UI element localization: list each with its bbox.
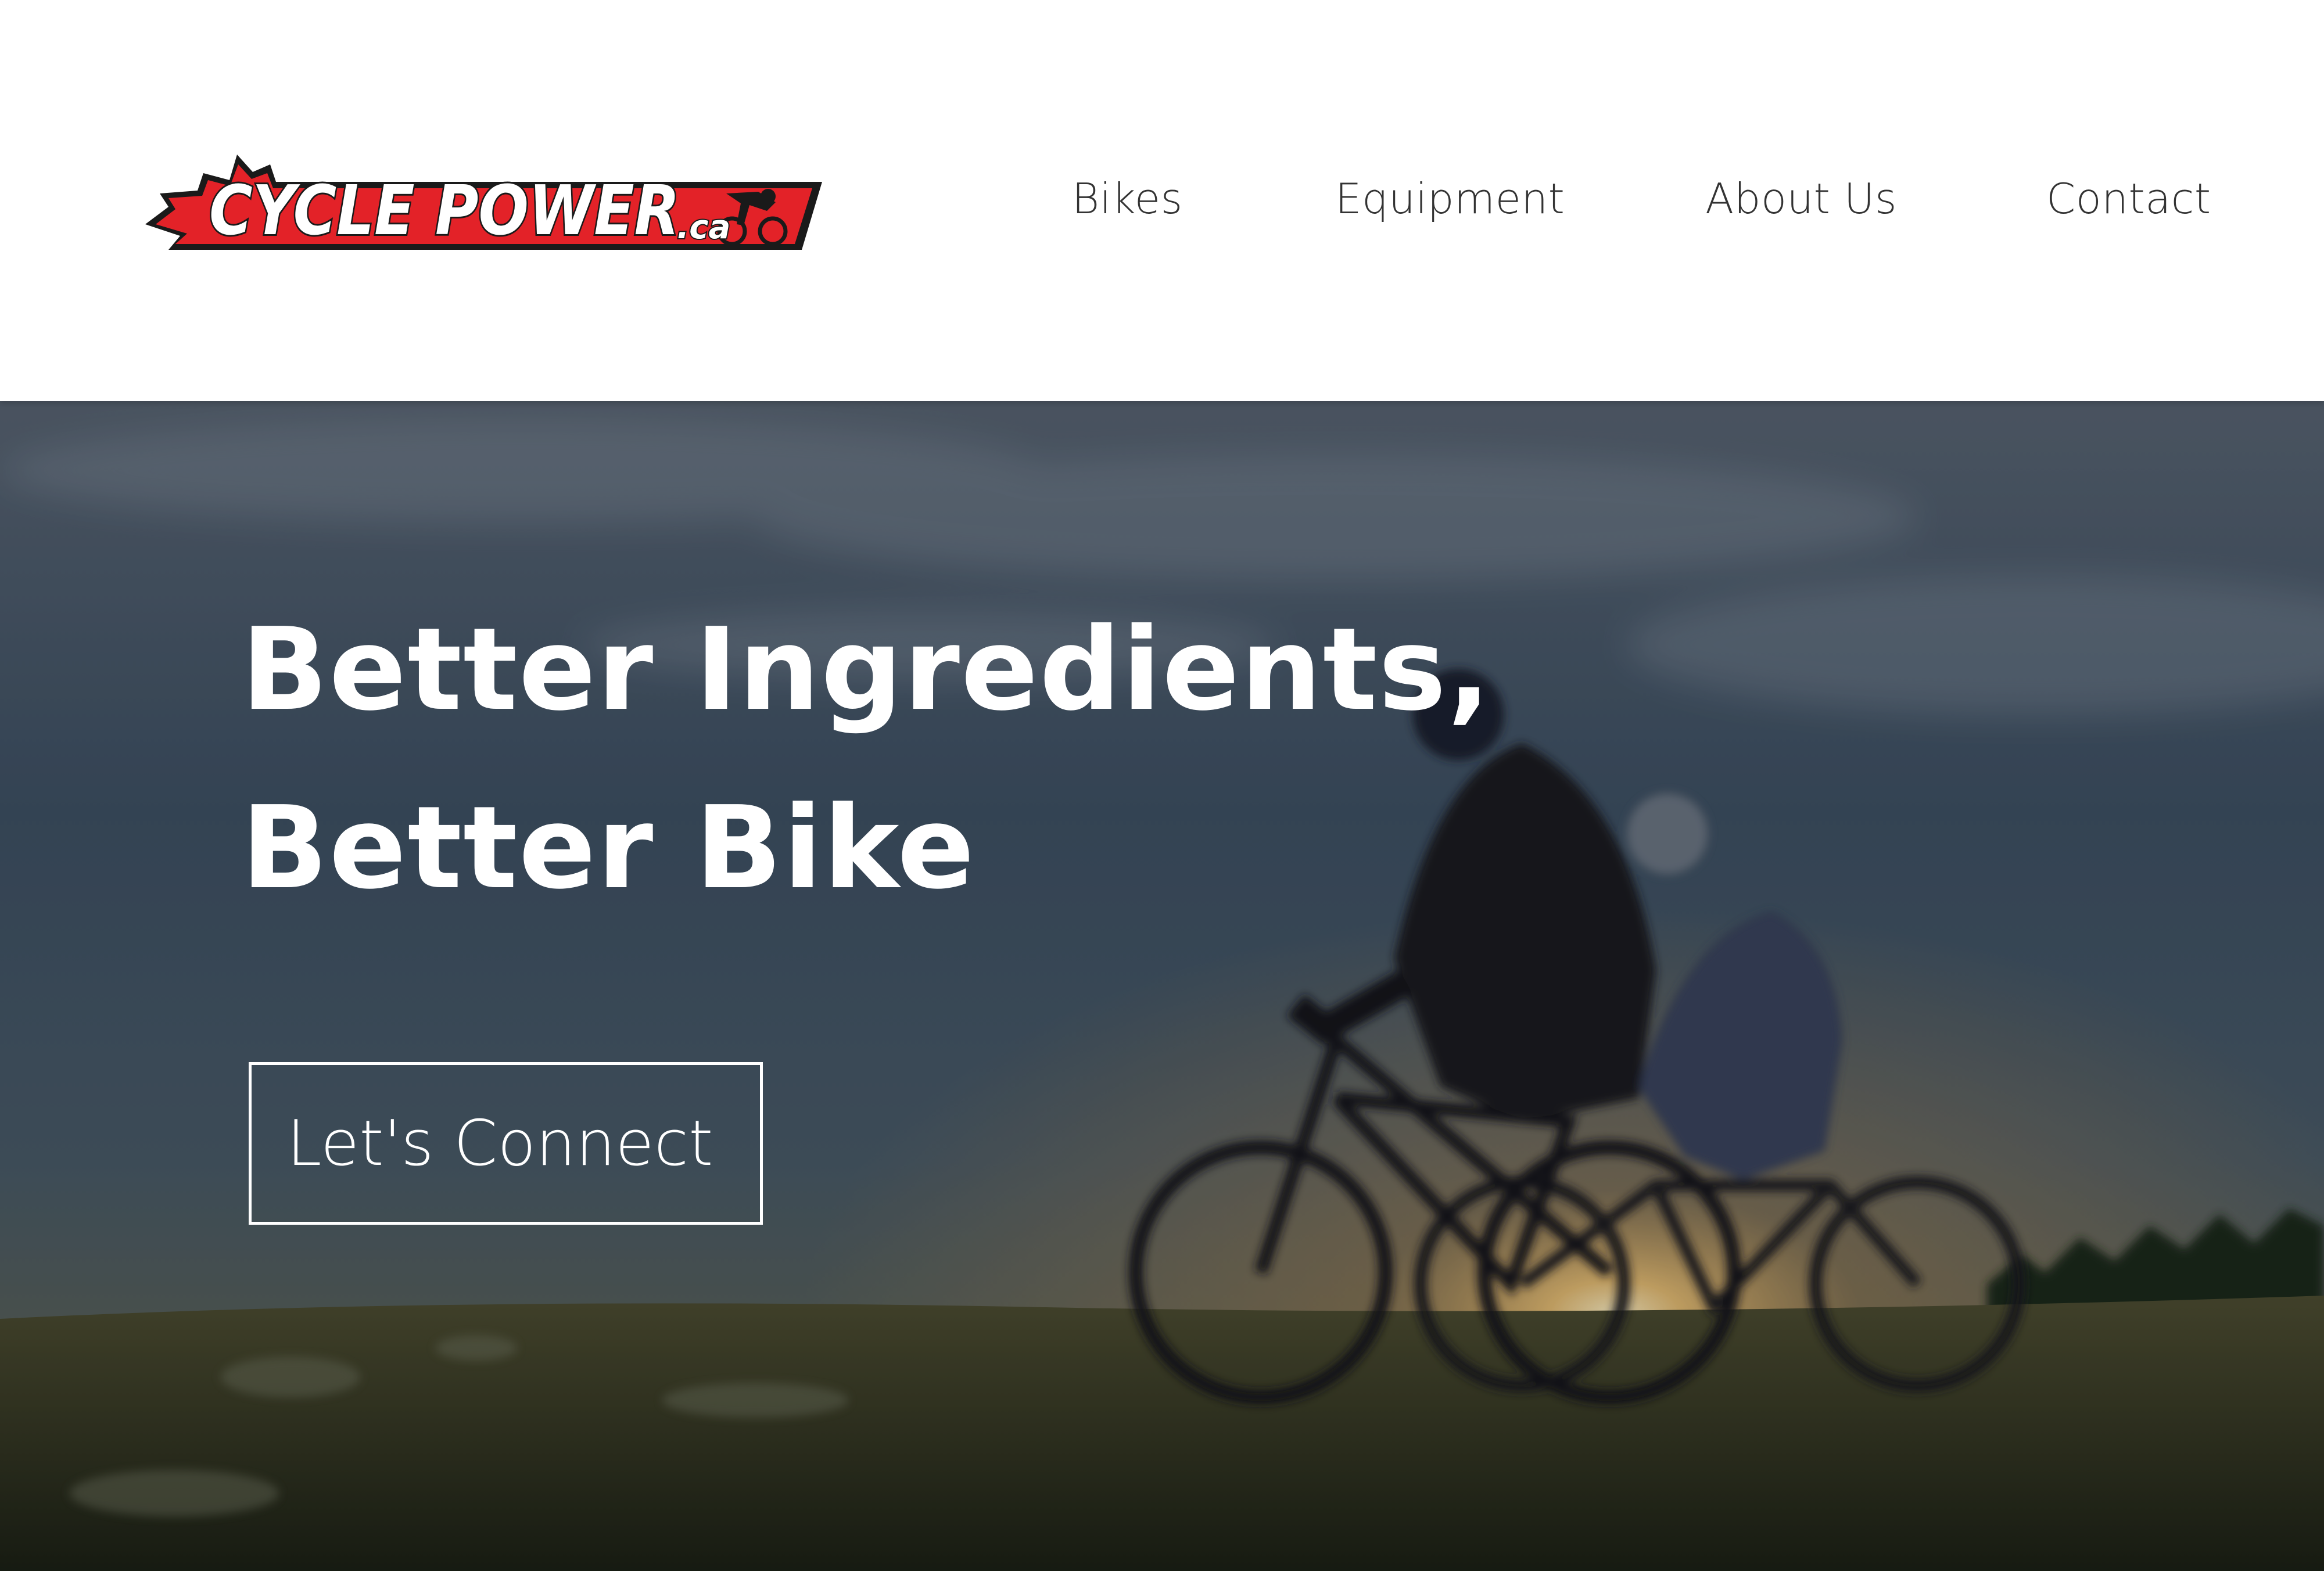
hero-headline-line1: Better Ingredients,: [241, 604, 1492, 736]
site-header: CYCLE POWER .ca Bikes Equipment About Us…: [0, 0, 2324, 401]
nav-bikes[interactable]: Bikes: [1072, 174, 1183, 223]
lets-connect-label: Let's Connect: [286, 1107, 713, 1180]
lets-connect-button[interactable]: Let's Connect: [249, 1062, 763, 1225]
hero-headline-line2: Better Bike: [241, 782, 976, 914]
nav-contact[interactable]: Contact: [2046, 174, 2211, 223]
hero-section: Better Ingredients, Better Bike Let's Co…: [0, 401, 2324, 1571]
main-nav: Bikes Equipment About Us Contact: [0, 174, 2324, 232]
hero-background-image: [0, 401, 2324, 1571]
nav-equipment[interactable]: Equipment: [1335, 174, 1565, 223]
nav-about-us[interactable]: About Us: [1705, 174, 1897, 223]
